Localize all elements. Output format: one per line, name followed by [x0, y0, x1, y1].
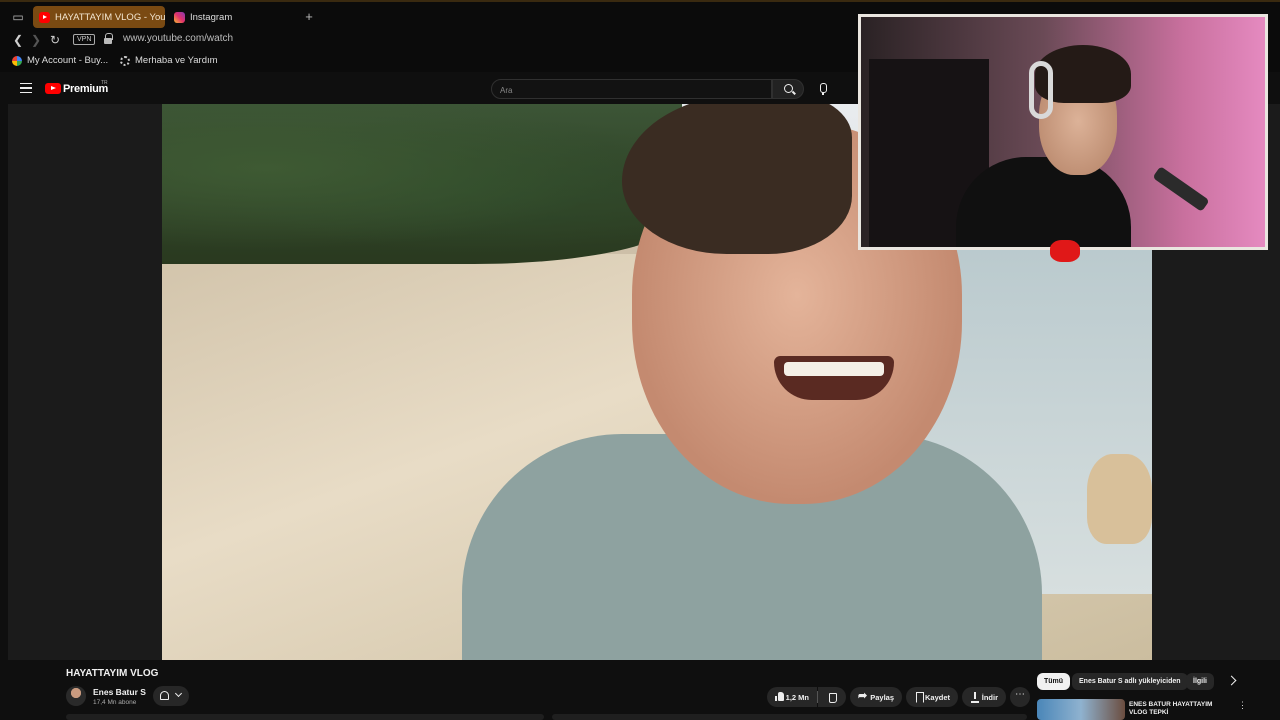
search-input[interactable] — [492, 81, 771, 100]
video-frame-trees — [162, 104, 682, 264]
vpn-badge[interactable]: VPN — [73, 34, 96, 45]
share-icon — [858, 689, 868, 702]
description-box[interactable] — [66, 714, 544, 720]
video-frame-hair — [622, 104, 852, 254]
tab-menu-icon[interactable]: ▭ — [10, 9, 26, 25]
new-tab-plus-icon[interactable]: + — [302, 10, 316, 24]
chip-all[interactable]: Tümü — [1037, 673, 1071, 690]
channel-avatar[interactable] — [66, 686, 86, 706]
thumbs-down-icon — [827, 692, 837, 703]
tab-instagram[interactable]: Instagram — [168, 6, 298, 28]
save-button[interactable]: Kaydet — [906, 687, 958, 707]
url-field[interactable]: www.youtube.com/watch — [123, 33, 233, 44]
more-actions-button[interactable]: ⋯ — [1010, 687, 1030, 707]
bookmark-my-account[interactable]: My Account - Buy... — [12, 55, 108, 66]
bookmark-label: Merhaba ve Yardım — [135, 55, 218, 66]
youtube-logo-icon[interactable] — [45, 83, 61, 94]
lock-icon[interactable] — [103, 33, 113, 45]
chevron-down-icon — [174, 689, 183, 698]
country-code: TR — [101, 80, 108, 86]
webcam-frame-decoration — [1050, 240, 1080, 262]
download-label: İndir — [981, 692, 998, 702]
dislike-button[interactable] — [818, 687, 846, 707]
share-button[interactable]: Paylaş — [850, 687, 902, 707]
video-title: HAYATTAYIM VLOG — [66, 668, 159, 679]
chip-related[interactable]: İlgili — [1186, 673, 1214, 690]
bell-icon — [160, 691, 169, 700]
bookmark-label: My Account - Buy... — [27, 55, 109, 66]
save-label: Kaydet — [924, 692, 950, 702]
download-icon — [970, 692, 979, 703]
gear-icon — [120, 55, 130, 66]
bookmark-icon — [914, 692, 924, 703]
tab-label: HAYATTAYIM VLOG - YouT — [55, 11, 165, 23]
video-frame-dog — [1087, 454, 1152, 544]
youtube-favicon-icon — [39, 11, 50, 23]
instagram-favicon-icon — [174, 11, 185, 23]
search-icon[interactable] — [772, 79, 804, 99]
back-arrow-icon[interactable]: ❮ — [10, 32, 26, 48]
kebab-menu-icon[interactable]: ⋮ — [1238, 700, 1247, 711]
thumbs-up-icon — [775, 692, 784, 702]
subscriber-count: 17,4 Mn abone — [93, 699, 137, 706]
tab-hayattayim-vlog[interactable]: HAYATTAYIM VLOG - YouT — [33, 6, 165, 28]
hamburger-menu-icon[interactable] — [20, 83, 32, 93]
like-count: 1,2 Mn — [785, 692, 809, 702]
recommendation-thumbnail[interactable] — [1037, 699, 1125, 720]
like-button[interactable]: 1,2 Mn — [767, 687, 817, 707]
bookmark-help[interactable]: Merhaba ve Yardım — [120, 55, 218, 66]
download-button[interactable]: İndir — [962, 687, 1006, 707]
video-frame-teeth — [784, 362, 884, 376]
google-icon — [12, 55, 22, 66]
microphone-icon[interactable] — [812, 79, 834, 99]
tab-label: Instagram — [190, 11, 233, 23]
comments-box[interactable] — [552, 714, 1027, 720]
recommendation-title[interactable]: ENES BATUR HAYATTAYIM VLOG TEPKİ — [1129, 701, 1229, 717]
headphones-icon — [1029, 61, 1053, 119]
chip-from-uploader[interactable]: Enes Batur S adlı yükleyiciden — [1072, 673, 1188, 690]
share-label: Paylaş — [870, 692, 894, 702]
channel-name[interactable]: Enes Batur S — [93, 687, 146, 697]
forward-arrow-icon[interactable]: ❯ — [28, 32, 44, 48]
search-box — [491, 79, 772, 100]
reload-icon[interactable]: ↻ — [47, 32, 63, 48]
webcam-overlay — [858, 14, 1268, 250]
notification-bell-button[interactable] — [153, 686, 189, 706]
